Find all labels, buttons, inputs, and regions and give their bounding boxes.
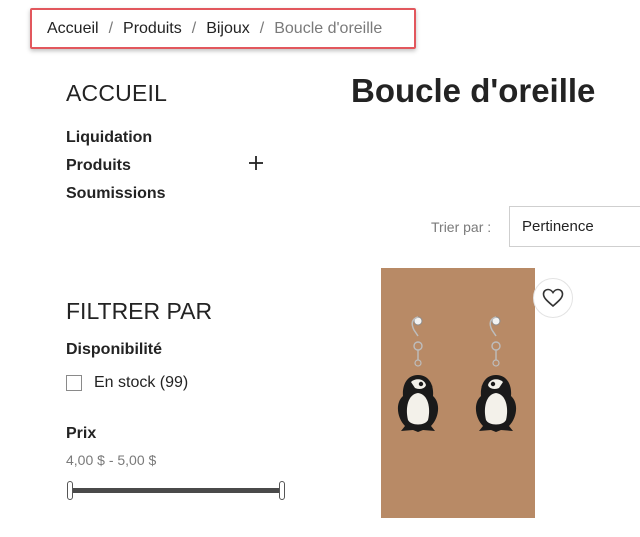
in-stock-filter[interactable]: En stock (99) [66, 374, 188, 392]
nav-title[interactable]: ACCUEIL [66, 80, 167, 107]
plus-icon[interactable] [246, 152, 266, 174]
filter-title: FILTRER PAR [66, 298, 213, 324]
in-stock-label: En stock (99) [94, 374, 189, 391]
page-title: Boucle d'oreille [351, 72, 596, 109]
breadcrumb: Accueil / Produits / Bijoux / Boucle d'o… [30, 8, 416, 49]
breadcrumb-item-bijoux[interactable]: Bijoux [206, 20, 250, 38]
breadcrumb-item-produits[interactable]: Produits [123, 20, 182, 38]
wishlist-button[interactable] [533, 278, 573, 318]
availability-label: Disponibilité [66, 341, 162, 358]
price-label: Prix [66, 425, 97, 442]
price-range-text: 4,00 $ - 5,00 $ [66, 452, 157, 468]
breadcrumb-item-accueil[interactable]: Accueil [47, 20, 99, 38]
in-stock-checkbox[interactable] [66, 375, 82, 391]
breadcrumb-current: Boucle d'oreille [274, 19, 383, 37]
heart-icon [542, 288, 564, 308]
price-slider-max-handle[interactable] [279, 481, 285, 500]
nav-item-soumissions[interactable]: Soumissions [66, 183, 286, 211]
breadcrumb-separator: / [191, 19, 197, 37]
price-slider-min-handle[interactable] [67, 481, 73, 500]
sort-select[interactable]: Pertinence [509, 206, 640, 247]
penguin-earrings-image[interactable] [381, 268, 535, 518]
nav-item-liquidation[interactable]: Liquidation [66, 127, 286, 155]
breadcrumb-separator: / [259, 19, 265, 37]
product-card[interactable] [381, 268, 535, 518]
breadcrumb-separator: / [108, 19, 114, 37]
price-slider-track[interactable] [70, 488, 284, 493]
sort-select-value: Pertinence [522, 218, 594, 235]
sort-label: Trier par : [431, 219, 492, 235]
